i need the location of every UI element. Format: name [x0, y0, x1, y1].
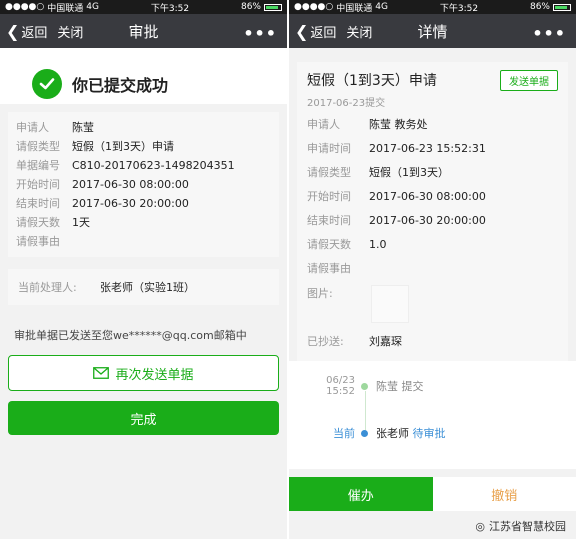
back-label: 返回	[310, 25, 337, 41]
detail-row-end-time: 结束时间 2017-06-30 20:00:00	[307, 214, 486, 227]
back-button[interactable]: ❮ 返回	[295, 22, 336, 41]
image-row: 图片:	[307, 281, 558, 331]
network-label: 4G	[86, 2, 99, 12]
close-button[interactable]: 关闭	[346, 22, 372, 41]
timeline-now-label: 当前	[333, 427, 355, 440]
network-label: 4G	[375, 2, 388, 12]
request-detail-card: 短假（1到3天）申请 发送单据 2017-06-23提交 申请人 陈莹 教务处 申…	[297, 62, 568, 361]
nav-bar: ❮ 返回 关闭 详情 •••	[289, 14, 576, 48]
timeline-status[interactable]: 待审批	[413, 427, 446, 440]
back-chevron-icon: ❮	[295, 21, 309, 41]
back-button[interactable]: ❮ 返回	[6, 22, 47, 41]
wechat-icon: ◎	[475, 519, 485, 533]
handler-value: 张老师（实验1班）	[100, 281, 195, 294]
carrier-label: 中国联通	[336, 3, 373, 14]
resend-label: 再次发送单据	[115, 367, 194, 383]
detail-row-leave-type: 请假类型 短假（1到3天）	[307, 166, 449, 179]
detail-row-days: 请假天数 1.0	[307, 238, 387, 251]
submit-success-screen: ●●●●○ 中国联通 4G 下午3:52 86% ❮ 返回 关闭 审批 ••• …	[0, 0, 287, 539]
image-label: 图片:	[307, 287, 333, 300]
handler-label: 当前处理人:	[18, 281, 77, 294]
back-label: 返回	[21, 25, 48, 41]
done-button[interactable]: 完成	[8, 401, 279, 435]
carrier-label: 中国联通	[47, 3, 84, 14]
timeline-dot	[361, 382, 368, 390]
info-row-days: 请假天数 1天	[16, 216, 90, 229]
current-handler: 当前处理人: 张老师（实验1班）	[8, 269, 279, 305]
timeline-person: 张老师	[376, 427, 409, 440]
detail-screen: ●●●●○ 中国联通 4G 下午3:52 86% ❮ 返回 关闭 详情 ••• …	[289, 0, 576, 539]
success-banner: 你已提交成功	[0, 48, 287, 104]
success-message: 你已提交成功	[72, 76, 169, 95]
clock: 下午3:52	[150, 3, 190, 14]
approval-timeline: 06/23 15:52 陈莹 提交 当前 张老师 待审批	[289, 361, 576, 469]
info-row-start-time: 开始时间 2017-06-30 08:00:00	[16, 178, 189, 191]
status-bar: ●●●●○ 中国联通 4G 下午3:52 86%	[289, 0, 576, 14]
battery-icon	[553, 3, 571, 11]
timeline-item-current: 当前 张老师 待审批	[319, 425, 446, 441]
timeline-date: 06/23	[326, 375, 355, 386]
info-row-doc-number: 单据编号 C810-20170623-1498204351	[16, 159, 235, 172]
timeline-dot	[361, 429, 368, 437]
email-sent-note: 审批单据已发送至您we******@qq.com邮箱中	[14, 329, 247, 342]
nav-bar: ❮ 返回 关闭 审批 •••	[0, 14, 287, 48]
send-document-button[interactable]: 发送单据	[500, 70, 558, 91]
info-row-reason: 请假事由	[16, 235, 60, 248]
detail-row-start-time: 开始时间 2017-06-30 08:00:00	[307, 190, 486, 203]
battery-percent: 86%	[240, 2, 261, 12]
submitted-date: 2017-06-23提交	[307, 98, 386, 109]
action-bar: 催办 撤销	[289, 477, 576, 511]
urge-button[interactable]: 催办	[289, 477, 433, 511]
more-icon[interactable]: •••	[532, 24, 566, 43]
revoke-button[interactable]: 撤销	[432, 477, 576, 511]
cc-row: 已抄送: 刘嘉琛	[307, 331, 558, 353]
more-icon[interactable]: •••	[243, 24, 277, 43]
timeline-item-submitted: 06/23 15:52 陈莹 提交	[319, 375, 424, 397]
close-button[interactable]: 关闭	[57, 22, 83, 41]
info-row-applicant: 申请人 陈莹	[16, 121, 94, 134]
signal-icon: ●●●●○	[5, 2, 45, 12]
resend-document-button[interactable]: 再次发送单据	[8, 355, 279, 391]
signal-icon: ●●●●○	[294, 2, 334, 12]
mail-icon	[93, 367, 110, 379]
detail-row-applicant: 申请人 陈莹 教务处	[307, 118, 428, 131]
cc-value: 刘嘉琛	[369, 335, 402, 348]
battery-percent: 86%	[529, 2, 550, 12]
timeline-time: 15:52	[326, 386, 355, 397]
request-summary: 申请人 陈莹 请假类型 短假（1到3天）申请 单据编号 C810-20170623-1…	[8, 112, 279, 257]
watermark-text: 江苏省智慧校园	[489, 520, 566, 533]
back-chevron-icon: ❮	[6, 21, 20, 41]
info-row-leave-type: 请假类型 短假（1到3天）申请	[16, 140, 174, 153]
detail-row-apply-time: 申请时间 2017-06-23 15:52:31	[307, 142, 486, 155]
watermark: ◎ 江苏省智慧校园	[475, 518, 566, 534]
info-row-end-time: 结束时间 2017-06-30 20:00:00	[16, 197, 189, 210]
battery-icon	[264, 3, 282, 11]
check-icon	[32, 69, 62, 99]
status-bar: ●●●●○ 中国联通 4G 下午3:52 86%	[0, 0, 287, 14]
cc-label: 已抄送:	[307, 335, 344, 348]
attachment-thumbnail[interactable]	[371, 285, 409, 323]
detail-row-reason: 请假事由	[307, 262, 351, 275]
clock: 下午3:52	[439, 3, 479, 14]
timeline-text: 陈莹 提交	[376, 380, 424, 393]
